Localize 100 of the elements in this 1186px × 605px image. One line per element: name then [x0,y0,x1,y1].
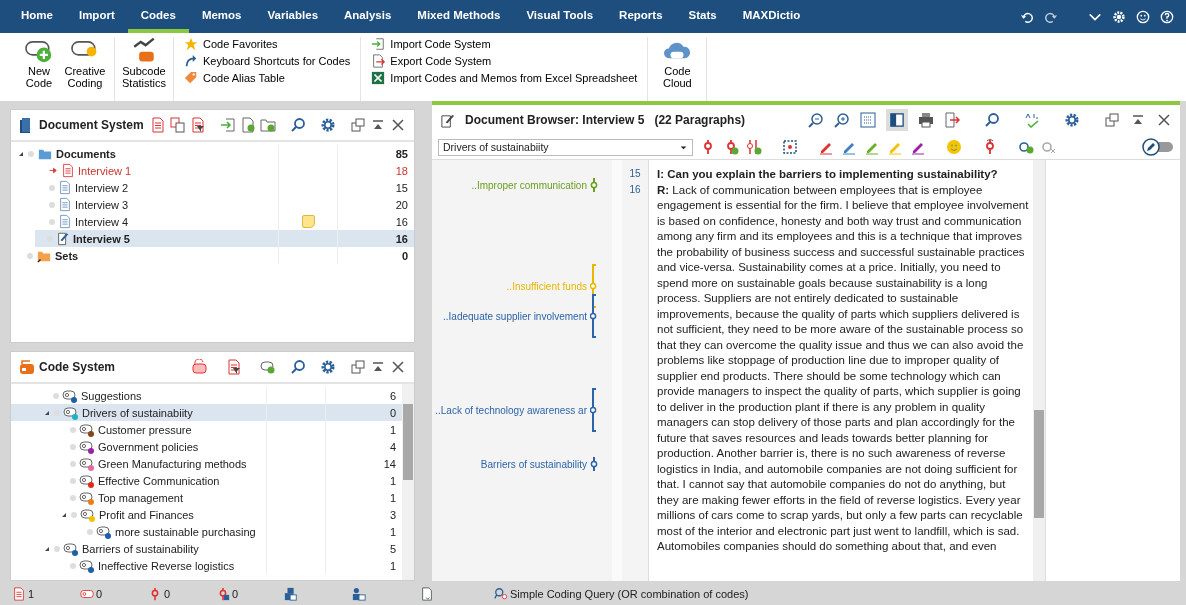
search-icon[interactable] [984,112,1000,128]
document-name: Interview 4 [75,215,129,228]
zoom-out-icon[interactable] [808,112,824,128]
coding-label[interactable]: Barriers of sustainability [480,458,587,470]
coding-bracket-icon[interactable] [590,388,598,432]
scrollbar[interactable] [1033,160,1045,581]
ribbon-button[interactable]: Keyboard Shortcuts for Codes [184,54,351,68]
spell-check-icon[interactable] [1024,112,1040,128]
status-dot [70,426,76,433]
filter-document-icon[interactable] [190,117,206,133]
copy-documents-icon[interactable] [170,117,186,133]
code-row[interactable]: Top management 1 [11,489,402,506]
settings-icon[interactable] [320,359,336,375]
zoom-in-icon[interactable] [834,112,850,128]
document-icon [420,586,434,601]
document-list-icon[interactable] [150,117,166,133]
ribbon-button[interactable]: Import Code System [371,37,638,51]
emoji-icon[interactable] [946,139,962,155]
import-icon[interactable] [220,117,236,133]
document-row[interactable]: Interview 2 15 [11,179,414,196]
code-name: more sustainable purchasing [115,525,256,538]
smiley-icon[interactable] [1136,9,1150,24]
coding-label[interactable]: ..Lack of technology awareness ar [435,404,587,416]
status-dot [53,392,59,399]
help-icon[interactable] [1160,9,1174,24]
add-link-icon[interactable] [1018,139,1034,155]
code-row[interactable]: Customer pressure 1 [11,421,402,438]
export-icon [371,54,386,68]
undock-icon[interactable] [350,117,366,133]
search-icon[interactable] [290,117,306,133]
export-icon[interactable] [944,112,960,128]
coding-label[interactable]: ..Iadequate supplier involvement [443,310,587,322]
code-row[interactable]: Effective Communication 1 [11,472,402,489]
document-row[interactable]: Sets 0 [11,247,414,264]
coding-marker-icon[interactable] [590,457,598,471]
menu-tab[interactable]: Memos [188,0,255,33]
settings-icon[interactable] [320,117,336,133]
ribbon-button[interactable]: Code Favorites [184,37,351,51]
close-icon[interactable] [390,359,406,375]
menu-tab[interactable]: Mixed Methods [404,0,514,33]
line-number: 16 [628,183,642,197]
filter-document-icon[interactable] [226,359,242,375]
close-icon[interactable] [390,117,406,133]
menu-tab[interactable]: Import [65,0,128,33]
ribbon-button[interactable]: Code Cloud [654,37,701,89]
menu-tab[interactable]: Visual Tools [513,0,607,33]
printer-icon[interactable] [918,112,934,128]
settings-icon[interactable] [1064,112,1080,128]
undock-icon[interactable] [350,359,366,375]
menu-tab[interactable]: Stats [675,0,730,33]
menu-tab[interactable]: Home [8,0,66,33]
document-row[interactable]: Interview 5 16 [35,230,414,247]
edit-document-icon [56,231,70,246]
code-row[interactable]: Government policies 4 [11,438,402,455]
scrollbar[interactable] [402,384,414,580]
menu-tab[interactable]: MAXDictio [729,0,814,33]
code-row[interactable]: Ineffective Reverse logistics 1 [11,557,402,574]
ribbon-button[interactable]: Subcode Statistics [121,37,167,89]
document-icon [58,197,72,212]
code-row[interactable]: more sustainable purchasing 1 [11,523,402,540]
selection-icon[interactable] [782,139,798,155]
new-code-icon[interactable] [260,359,276,375]
code-dropdown[interactable]: Drivers of sustainabiity [438,138,693,156]
code-row[interactable]: Green Manufacturing methods 14 [11,455,402,472]
menu-tab[interactable]: Reports [606,0,676,33]
undock-icon[interactable] [1104,112,1120,128]
code-name: Green Manufacturing methods [98,457,247,470]
ribbon-button[interactable]: Export Code System [371,54,638,68]
add-codings-icon[interactable] [746,139,762,155]
new-folder-icon[interactable] [260,117,276,133]
menu-tab[interactable]: Analysis [331,0,405,33]
ribbon-button[interactable]: New Code [16,37,62,89]
code-row[interactable]: Profit and Finances 3 [11,506,402,523]
user-group-icon [352,586,366,601]
code-name: Barriers of sustainability [82,542,199,555]
status-dot [70,477,76,484]
edit-mode-toggle[interactable] [1142,138,1174,156]
new-document-icon[interactable] [240,117,256,133]
document-row[interactable]: Interview 3 20 [11,196,414,213]
close-icon[interactable] [1156,112,1172,128]
status-dot [70,443,76,450]
code-row[interactable]: Drivers of sustainabiity 0 [11,404,402,421]
code-set-icon[interactable] [192,359,208,375]
count: 85 [394,147,409,160]
status-count: 0 [164,587,171,600]
menu-tab[interactable]: Variables [254,0,332,33]
document-row[interactable]: Interview 1 18 [11,162,414,179]
document-icon [12,586,26,601]
ribbon-button[interactable]: Creative Coding [62,37,108,89]
status-dot [70,460,76,467]
ribbon-button[interactable]: Import Codes and Memos from Excel Spreadsheet [371,71,638,85]
code-row[interactable]: Barriers of sustainability 5 [11,540,402,557]
document-row[interactable]: Documents 85 [11,145,414,162]
code-name: Drivers of sustainabiity [82,406,193,419]
coding-marker-icon[interactable] [590,178,598,192]
search-icon[interactable] [290,359,306,375]
ribbon-button[interactable]: Code Alias Table [184,71,351,85]
panel-toggle-icon[interactable] [886,109,908,131]
code-name: Profit and Finances [99,508,194,521]
coding-bracket-icon[interactable] [590,294,598,338]
